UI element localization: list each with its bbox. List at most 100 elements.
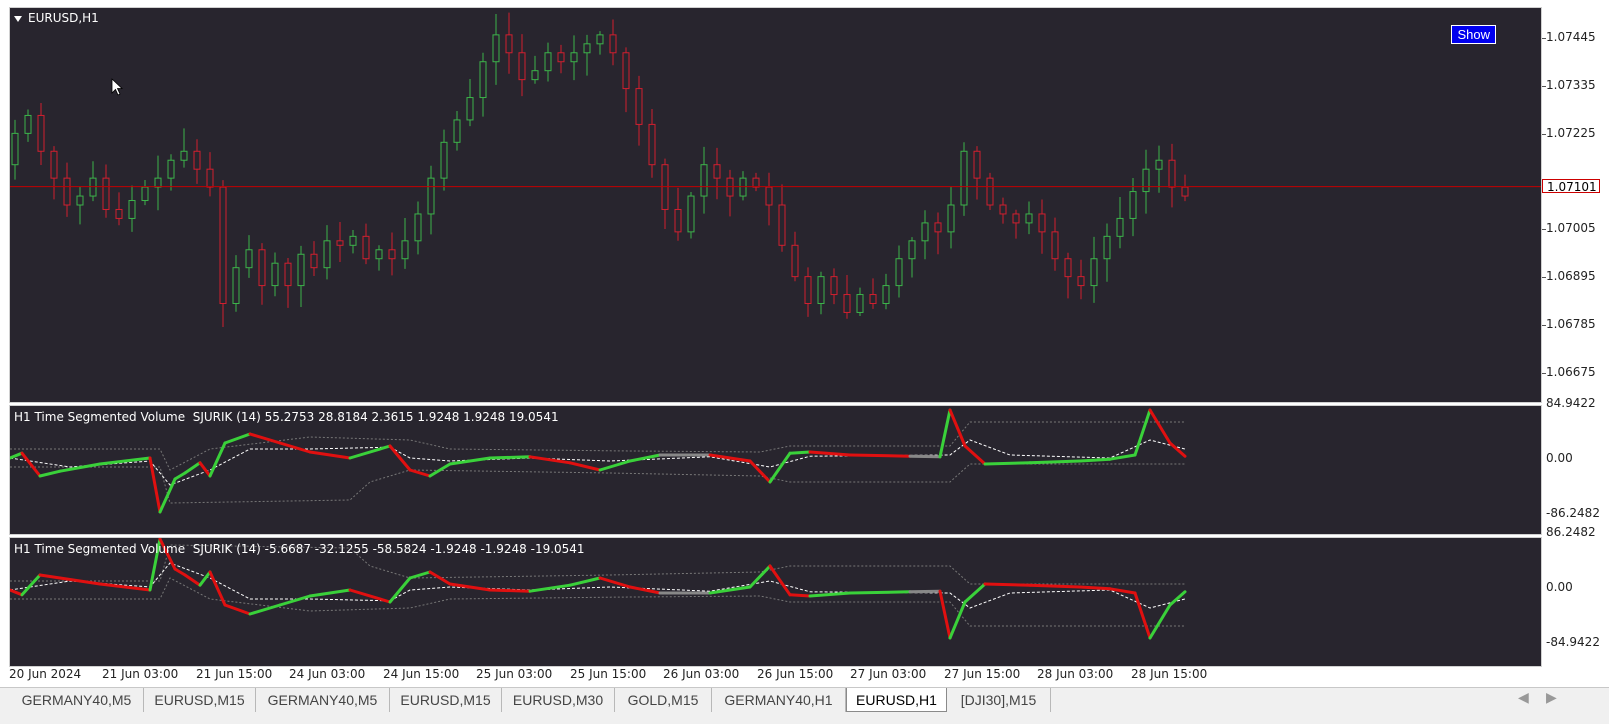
- candle-body: [297, 253, 305, 287]
- price-tick: 1.06675: [1546, 365, 1596, 379]
- candle-body: [206, 168, 214, 188]
- candlestick-chart[interactable]: [10, 8, 1541, 402]
- candle-body: [193, 150, 201, 170]
- tsv-segment: [308, 450, 352, 460]
- mouse-cursor-icon: [111, 78, 124, 96]
- time-label: 25 Jun 03:00: [476, 667, 553, 681]
- tab-dji30-m15[interactable]: [DJI30],M15: [947, 688, 1051, 712]
- tsv-segment: [10, 451, 24, 460]
- candle-body: [1181, 186, 1189, 197]
- tsv-segment: [1028, 459, 1082, 465]
- tsv-segment: [628, 453, 662, 463]
- tsv-segment: [58, 462, 102, 473]
- candle-body: [804, 276, 812, 304]
- tsv-segment: [788, 593, 812, 598]
- tsv-segment: [1148, 408, 1172, 445]
- candle-body: [492, 34, 500, 63]
- tsv-segment: [428, 462, 452, 478]
- tab-eurusd-m30[interactable]: EURUSD,M30: [502, 688, 615, 712]
- tsv-segment: [1108, 587, 1137, 595]
- candle-body: [1038, 213, 1046, 233]
- candle-body: [583, 43, 591, 54]
- tab-scroll-right-icon[interactable]: ▶: [1546, 690, 1557, 706]
- candle-body: [427, 177, 435, 215]
- time-label: 27 Jun 03:00: [850, 667, 927, 681]
- tsv-segment: [183, 461, 202, 475]
- candle-body: [713, 164, 721, 179]
- tab-eurusd-m15-2[interactable]: EURUSD,M15: [390, 688, 502, 712]
- tsv-segment: [408, 468, 432, 478]
- tsv-segment: [38, 573, 62, 580]
- candle-body: [63, 177, 71, 206]
- candle-body: [960, 150, 968, 206]
- tsv-segment: [768, 451, 792, 484]
- candle-body: [154, 177, 162, 188]
- indicator-1-label: H1 Time Segmented Volume SJURIK (14) 55.…: [14, 410, 559, 424]
- tsv-segment: [568, 461, 602, 472]
- candle-body: [479, 61, 487, 99]
- tab-germany40-m5-2[interactable]: GERMANY40,M5: [256, 688, 390, 712]
- tab-scroll-left-icon[interactable]: ◀: [1518, 690, 1529, 706]
- time-label: 27 Jun 15:00: [944, 667, 1021, 681]
- indicator-1-tick: -86.2482: [1546, 506, 1600, 520]
- tsv-segment: [448, 456, 492, 466]
- time-label: 26 Jun 03:00: [663, 667, 740, 681]
- tsv-segment: [598, 576, 632, 589]
- time-label: 28 Jun 15:00: [1131, 667, 1208, 681]
- dropdown-triangle-icon[interactable]: [14, 15, 22, 22]
- tsv-segment: [528, 455, 572, 465]
- tsv-segment: [1078, 457, 1112, 463]
- tsv-segment: [708, 585, 752, 595]
- tsv-segment: [938, 589, 952, 640]
- candle-body: [934, 222, 942, 233]
- candle-body: [76, 195, 84, 206]
- tsv-segment: [1133, 408, 1152, 457]
- indicator-pane-1[interactable]: H1 Time Segmented Volume SJURIK (14) 55.…: [9, 405, 1542, 535]
- tsv-segment: [448, 582, 492, 592]
- tsv-segment: [248, 603, 282, 616]
- tsv-segment: [848, 590, 912, 595]
- tsv-segment: [598, 459, 632, 472]
- candle-body: [908, 240, 916, 260]
- tab-eurusd-h1[interactable]: EURUSD,H1: [846, 688, 947, 712]
- candle-body: [180, 150, 188, 161]
- candle-body: [1051, 231, 1059, 260]
- tsv-segment: [488, 588, 532, 593]
- indicator-2-tick: 0.00: [1546, 580, 1573, 594]
- indicator-1-tick: 84.9422: [1546, 396, 1596, 410]
- indicator-1-chart: [10, 408, 1187, 514]
- tab-gold-m15[interactable]: GOLD,M15: [615, 688, 712, 712]
- tsv-segment: [1168, 441, 1187, 458]
- candle-body: [414, 213, 422, 242]
- indicator-1-tick: 0.00: [1546, 451, 1573, 465]
- candle-body: [271, 262, 279, 287]
- candle-body: [752, 177, 760, 188]
- tsv-segment: [768, 564, 792, 597]
- chart-tab-bar: GERMANY40,M5 EURUSD,M15 GERMANY40,M5 EUR…: [0, 687, 1609, 724]
- tsv-segment: [983, 582, 1032, 587]
- indicator-pane-2[interactable]: H1 Time Segmented Volume SJURIK (14) -5.…: [9, 537, 1542, 667]
- price-scale[interactable]: 1.07445 1.07335 1.07225 1.07101 1.07005 …: [1542, 7, 1609, 667]
- candle-body: [843, 294, 851, 313]
- candle-body: [1116, 217, 1124, 237]
- candle-body: [362, 235, 370, 260]
- show-button[interactable]: Show: [1451, 25, 1496, 44]
- last-price-label: 1.07101: [1542, 179, 1600, 194]
- candle-body: [700, 164, 708, 197]
- price-tick: 1.07335: [1546, 78, 1596, 92]
- tab-eurusd-m15[interactable]: EURUSD,M15: [144, 688, 256, 712]
- candle-body: [453, 119, 461, 143]
- tsv-segment: [20, 451, 42, 478]
- tab-germany40-h1[interactable]: GERMANY40,H1: [712, 688, 846, 712]
- candle-body: [466, 97, 474, 121]
- candle-body: [882, 285, 890, 305]
- time-label: 24 Jun 03:00: [289, 667, 366, 681]
- tsv-segment: [208, 570, 227, 607]
- price-chart-pane[interactable]: EURUSD,H1 Show: [9, 7, 1542, 403]
- candle-body: [1025, 213, 1033, 224]
- tsv-segment: [488, 455, 532, 460]
- candle-body: [102, 177, 110, 210]
- tab-germany40-m5[interactable]: GERMANY40,M5: [10, 688, 144, 712]
- time-axis[interactable]: 20 Jun 2024 21 Jun 03:00 21 Jun 15:00 24…: [9, 667, 1542, 685]
- candle-body: [440, 141, 448, 179]
